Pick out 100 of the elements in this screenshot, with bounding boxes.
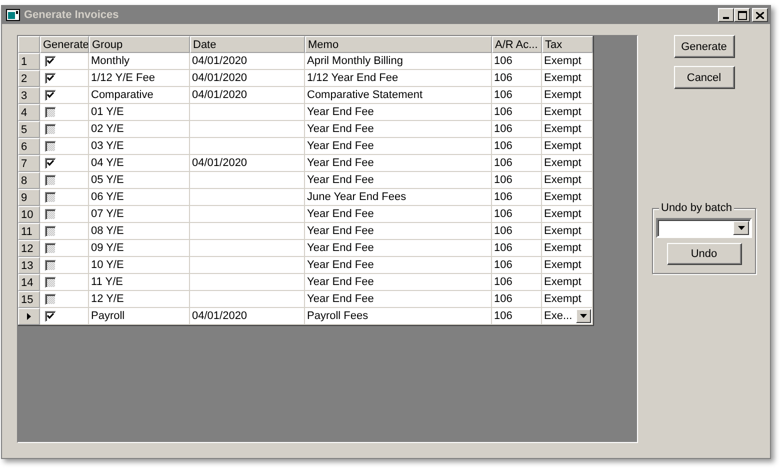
row-number[interactable]: 10: [18, 206, 40, 223]
window-title: Generate Invoices: [24, 9, 120, 21]
group-cell: 07 Y/E: [89, 206, 190, 223]
account-cell: 106: [492, 189, 542, 206]
account-cell: 106: [492, 172, 542, 189]
group-header[interactable]: Group: [89, 36, 190, 53]
memo-header[interactable]: Memo: [305, 36, 492, 53]
account-cell: 106: [492, 206, 542, 223]
group-cell: 11 Y/E: [89, 274, 190, 291]
group-cell: Payroll: [89, 308, 190, 325]
generate-checkbox[interactable]: [45, 72, 56, 84]
batch-dropdown[interactable]: [656, 218, 752, 238]
account-cell: 106: [492, 223, 542, 240]
tax-cell: Exempt: [542, 155, 593, 172]
tax-cell: Exempt: [542, 189, 593, 206]
account-cell: 106: [492, 308, 542, 325]
maximize-icon: [738, 10, 746, 20]
row-number[interactable]: 2: [18, 70, 40, 87]
account-cell: 106: [492, 87, 542, 104]
generate-checkbox[interactable]: [45, 242, 56, 254]
row-number[interactable]: 3: [18, 87, 40, 104]
memo-cell: Year End Fee: [305, 257, 492, 274]
generate-checkbox[interactable]: [45, 140, 56, 152]
account-cell: 106: [492, 291, 542, 308]
generate-button[interactable]: Generate: [674, 35, 734, 58]
window-icon: [6, 9, 20, 21]
close-button[interactable]: [752, 8, 768, 22]
date-cell: 04/01/2020: [190, 155, 305, 172]
generate-checkbox[interactable]: [45, 226, 56, 236]
dropdown-icon[interactable]: [733, 221, 749, 236]
group-cell: 1/12 Y/E Fee: [89, 70, 190, 87]
row-number[interactable]: 15: [18, 291, 40, 308]
memo-cell: 1/12 Year End Fee: [305, 70, 492, 87]
generate-checkbox[interactable]: [45, 208, 56, 220]
tax-cell: Exempt: [542, 104, 593, 121]
account-cell: 106: [492, 104, 542, 121]
group-cell: 01 Y/E: [89, 104, 190, 121]
account-cell: 106: [492, 155, 542, 172]
group-cell: 10 Y/E: [89, 257, 190, 274]
tax-cell: Exempt: [542, 53, 593, 70]
minimize-button[interactable]: [718, 8, 734, 22]
generate-checkbox[interactable]: [45, 310, 56, 322]
row-number[interactable]: 6: [18, 138, 40, 155]
memo-cell: June Year End Fees: [305, 189, 492, 206]
memo-cell: Year End Fee: [305, 240, 492, 257]
date-header[interactable]: Date: [190, 36, 305, 53]
group-cell: Monthly: [89, 53, 190, 70]
generate-checkbox[interactable]: [45, 90, 56, 100]
generate-checkbox[interactable]: [45, 158, 56, 168]
generate-checkbox[interactable]: [45, 260, 56, 270]
memo-cell: Year End Fee: [305, 223, 492, 240]
current-row-indicator[interactable]: [18, 308, 40, 325]
generate-checkbox[interactable]: [45, 106, 56, 118]
tax-dropdown[interactable]: Exe...: [542, 308, 593, 325]
generate-checkbox[interactable]: [45, 124, 56, 134]
memo-cell: Year End Fee: [305, 121, 492, 138]
account-cell: 106: [492, 53, 542, 70]
row-number[interactable]: 4: [18, 104, 40, 121]
cancel-button[interactable]: Cancel: [674, 66, 734, 89]
memo-cell: Year End Fee: [305, 155, 492, 172]
corner-header: [18, 36, 40, 53]
tax-cell: Exempt: [542, 138, 593, 155]
memo-cell: Year End Fee: [305, 172, 492, 189]
account-cell: 106: [492, 240, 542, 257]
row-number[interactable]: 9: [18, 189, 40, 206]
undo-button[interactable]: Undo: [666, 243, 742, 265]
row-number[interactable]: 13: [18, 257, 40, 274]
group-cell: 06 Y/E: [89, 189, 190, 206]
row-number[interactable]: 14: [18, 274, 40, 291]
generate-checkbox[interactable]: [45, 192, 56, 202]
row-number[interactable]: 5: [18, 121, 40, 138]
row-number[interactable]: 7: [18, 155, 40, 172]
account-cell: 106: [492, 70, 542, 87]
row-number[interactable]: 8: [18, 172, 40, 189]
row-number[interactable]: 11: [18, 223, 40, 240]
generate-checkbox[interactable]: [45, 174, 56, 186]
row-number[interactable]: 1: [18, 53, 40, 70]
date-cell: 04/01/2020: [190, 53, 305, 70]
tax-cell: Exempt: [542, 291, 593, 308]
memo-cell: Year End Fee: [305, 206, 492, 223]
date-cell: 04/01/2020: [190, 308, 305, 325]
generate-checkbox[interactable]: [45, 294, 56, 304]
group-cell: 09 Y/E: [89, 240, 190, 257]
account-header[interactable]: A/R Ac...: [492, 36, 542, 53]
account-cell: 106: [492, 138, 542, 155]
tax-cell: Exempt: [542, 121, 593, 138]
generate-checkbox[interactable]: [45, 56, 56, 66]
current-row-icon: [27, 313, 31, 320]
maximize-button[interactable]: [734, 8, 750, 22]
row-number[interactable]: 12: [18, 240, 40, 257]
close-icon: [756, 12, 764, 18]
tax-header[interactable]: Tax: [542, 36, 593, 53]
dropdown-icon[interactable]: [576, 309, 591, 323]
memo-cell: April Monthly Billing: [305, 53, 492, 70]
group-cell: 05 Y/E: [89, 172, 190, 189]
tax-cell: Exempt: [542, 223, 593, 240]
generate-checkbox[interactable]: [45, 276, 56, 288]
memo-cell: Year End Fee: [305, 138, 492, 155]
account-cell: 106: [492, 121, 542, 138]
group-cell: 12 Y/E: [89, 291, 190, 308]
